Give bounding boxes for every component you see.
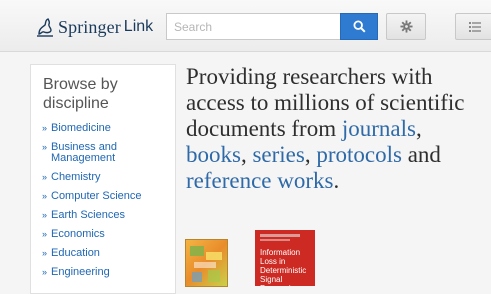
hero-and-text: and — [407, 142, 441, 167]
bullet-glyph: » — [42, 142, 48, 152]
cover-decoration — [260, 234, 300, 237]
bullet-glyph: » — [42, 267, 48, 277]
bullet-glyph: » — [42, 248, 48, 258]
protocols-link[interactable]: protocols — [316, 142, 402, 167]
springer-link-logo[interactable]: Springer Link — [36, 15, 153, 39]
search-icon — [352, 20, 366, 33]
sidebar-title: Browse by discipline — [43, 76, 118, 112]
book-cover-1[interactable] — [185, 239, 228, 287]
hero-separator: , — [240, 142, 247, 167]
cover-decoration — [260, 239, 290, 241]
list-menu-icon — [469, 21, 481, 32]
bullet-glyph: » — [42, 191, 48, 201]
browse-by-discipline-panel: Browse by discipline » Biomedicine » Bus… — [30, 64, 176, 294]
sidebar-item-engineering[interactable]: » Engineering — [42, 267, 172, 278]
hero-tagline: Providing researchers with access to mil… — [186, 64, 486, 194]
sidebar-item-computer-science[interactable]: » Computer Science — [42, 191, 172, 202]
hero-separator: , — [415, 116, 422, 141]
reference-works-link[interactable]: reference works — [186, 168, 334, 193]
sidebar-item-label: Earth Sciences — [51, 209, 125, 221]
menu-button[interactable] — [455, 13, 491, 40]
sidebar-item-label: Computer Science — [51, 190, 142, 202]
bullet-glyph: » — [42, 123, 48, 133]
sidebar-item-biomedicine[interactable]: » Biomedicine — [42, 123, 172, 134]
journals-link[interactable]: journals — [342, 116, 416, 141]
book-cover-art — [190, 246, 222, 282]
sidebar-item-label: Biomedicine — [51, 122, 111, 134]
bullet-glyph: » — [42, 229, 48, 239]
sidebar-item-label: Business and Management — [51, 141, 118, 164]
sidebar-item-earth-sciences[interactable]: » Earth Sciences — [42, 210, 172, 221]
bullet-glyph: » — [42, 172, 48, 182]
sidebar-item-label: Engineering — [51, 266, 110, 278]
sidebar-item-business-and-management[interactable]: » Business and Management — [42, 142, 172, 164]
bullet-glyph: » — [42, 210, 48, 220]
sidebar-item-label: Education — [51, 247, 100, 259]
logo-text-link: Link — [123, 18, 154, 35]
sidebar-item-label: Chemistry — [51, 171, 101, 183]
books-link[interactable]: books — [186, 142, 241, 167]
discipline-list: » Biomedicine » Business and Management … — [42, 123, 172, 278]
top-header: Springer Link — [0, 0, 491, 52]
settings-button[interactable] — [386, 13, 426, 40]
hero-intro-text: Providing researchers with access to mil… — [186, 64, 465, 141]
book-title: Information Loss in Deterministic Signal… — [260, 248, 307, 286]
springer-horse-icon — [37, 18, 53, 37]
hero-separator: , — [304, 142, 311, 167]
book-cover-2[interactable]: Information Loss in Deterministic Signal… — [255, 230, 315, 286]
gear-icon — [399, 20, 413, 33]
search-button[interactable] — [340, 13, 378, 40]
sidebar-item-chemistry[interactable]: » Chemistry — [42, 172, 172, 183]
series-link[interactable]: series — [252, 142, 304, 167]
search-input[interactable] — [166, 13, 340, 40]
hero-period: . — [333, 168, 340, 193]
sidebar-item-economics[interactable]: » Economics — [42, 229, 172, 240]
sidebar-item-label: Economics — [51, 228, 105, 240]
logo-text-springer: Springer — [58, 16, 121, 37]
sidebar-item-education[interactable]: » Education — [42, 248, 172, 259]
